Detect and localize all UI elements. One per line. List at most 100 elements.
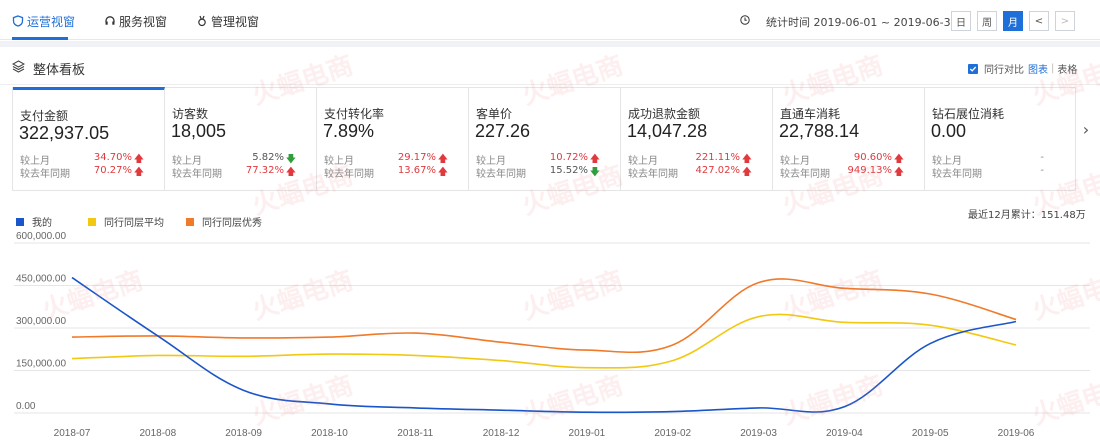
kpi-next-button[interactable]: › xyxy=(1078,120,1094,150)
kpi-yoy-row: 较去年同期 77.32% 🡅 xyxy=(172,165,312,180)
next-period-button[interactable]: > xyxy=(1055,11,1075,31)
kpi-yoy-row: 较去年同期 - xyxy=(932,165,1072,180)
arrow-up-icon: 🡅 xyxy=(437,167,448,178)
y-tick-label: 0.00 xyxy=(16,401,36,412)
x-tick-label: 2018-12 xyxy=(483,428,520,439)
yoy-value: 77.32% xyxy=(245,165,284,176)
headset-icon xyxy=(104,15,116,27)
mom-value: - xyxy=(1040,152,1044,163)
yoy-label: 较去年同期 xyxy=(932,169,982,180)
arrow-up-icon: 🡅 xyxy=(133,167,144,178)
kpi-card[interactable]: 成功退款金额 14,047.28 较上月 221.11% 🡅 较去年同期 427… xyxy=(621,88,773,190)
chart-view-link[interactable]: 图表 xyxy=(1028,61,1048,76)
stat-period-text: 统计时间 2019-06-01 ~ 2019-06-30 xyxy=(766,16,958,29)
kpi-mom-row: 较上月 5.82% 🡇 xyxy=(172,152,312,167)
kpi-cards: 支付金额 322,937.05 较上月 34.70% 🡅 较去年同期 70.27… xyxy=(12,87,1076,191)
chevron-right-icon: › xyxy=(1082,120,1090,139)
y-tick-label: 300,000.00 xyxy=(16,316,66,327)
kpi-label: 钻石展位消耗 xyxy=(932,107,1005,121)
arrow-up-icon: 🡅 xyxy=(741,167,752,178)
kpi-label: 客单价 xyxy=(476,107,513,121)
yoy-label: 较去年同期 xyxy=(476,169,526,180)
mom-value: 29.17% xyxy=(397,152,436,163)
kpi-card[interactable]: 支付转化率 7.89% 较上月 29.17% 🡅 较去年同期 13.67% 🡅 xyxy=(317,88,469,190)
kpi-mom-row: 较上月 221.11% 🡅 xyxy=(628,152,768,167)
mom-value: 10.72% xyxy=(549,152,588,163)
kpi-yoy-row: 较去年同期 13.67% 🡅 xyxy=(324,165,464,180)
period-month-button[interactable]: 月 xyxy=(1003,11,1023,31)
yoy-label: 较去年同期 xyxy=(172,169,222,180)
kpi-label: 支付金额 xyxy=(20,109,69,123)
series-line xyxy=(71,278,1017,354)
kpi-label: 访客数 xyxy=(172,107,209,121)
peer-compare-label: 同行对比 xyxy=(984,65,1024,76)
x-tick-label: 2018-10 xyxy=(311,428,348,439)
period-day-button[interactable]: 日 xyxy=(951,11,971,31)
x-tick-label: 2019-06 xyxy=(998,428,1035,439)
yoy-label: 较去年同期 xyxy=(20,169,70,180)
kpi-card[interactable]: 钻石展位消耗 0.00 较上月 - 较去年同期 - xyxy=(925,88,1077,190)
yoy-value: 15.52% xyxy=(549,165,588,176)
chevron-right-icon: > xyxy=(1060,15,1070,27)
yoy-value: 13.67% xyxy=(397,165,436,176)
tab-operation-view[interactable]: 运营视窗 xyxy=(12,12,75,30)
kpi-value: 322,937.05 xyxy=(19,123,110,143)
tab-label: 运营视窗 xyxy=(27,14,76,29)
clock-icon xyxy=(740,15,750,25)
series-line xyxy=(71,276,1017,414)
kpi-mom-row: 较上月 - xyxy=(932,152,1072,167)
total-12-months: 最近12月累计：151.48万 xyxy=(968,210,1086,221)
yoy-label: 较去年同期 xyxy=(780,169,830,180)
y-tick-label: 600,000.00 xyxy=(16,231,66,242)
x-tick-label: 2019-01 xyxy=(569,428,606,439)
yoy-label: 较去年同期 xyxy=(324,169,374,180)
table-view-link[interactable]: 表格 xyxy=(1057,61,1077,76)
mom-value: 34.70% xyxy=(93,152,132,163)
shield-icon xyxy=(12,15,24,27)
x-tick-label: 2018-09 xyxy=(225,428,262,439)
peer-compare-checkbox[interactable] xyxy=(968,63,978,74)
arrow-up-icon: 🡅 xyxy=(893,167,904,178)
kpi-value: 14,047.28 xyxy=(627,121,708,141)
kpi-value: 227.26 xyxy=(475,121,531,141)
kpi-card[interactable]: 访客数 18,005 较上月 5.82% 🡇 较去年同期 77.32% 🡅 xyxy=(165,88,317,190)
x-tick-label: 2019-03 xyxy=(740,428,777,439)
prev-period-button[interactable]: < xyxy=(1029,11,1049,31)
kpi-value: 22,788.14 xyxy=(779,121,860,141)
kpi-card[interactable]: 支付金额 322,937.05 较上月 34.70% 🡅 较去年同期 70.27… xyxy=(13,87,165,191)
kpi-mom-row: 较上月 90.60% 🡅 xyxy=(780,152,920,167)
chevron-left-icon: < xyxy=(1034,15,1044,27)
tab-management-view[interactable]: 管理视窗 xyxy=(196,12,259,30)
kpi-label: 直通车消耗 xyxy=(780,107,841,121)
x-tick-label: 2019-05 xyxy=(912,428,949,439)
kpi-label: 支付转化率 xyxy=(324,107,385,121)
kpi-yoy-row: 较去年同期 949.13% 🡅 xyxy=(780,165,920,180)
yoy-value: - xyxy=(1040,165,1044,176)
x-tick-label: 2019-02 xyxy=(654,428,691,439)
tab-label: 服务视窗 xyxy=(119,14,168,29)
top-tabs-bar: 运营视窗 服务视窗 管理视窗 统计时间 2019-06-01 ~ 2019-06… xyxy=(0,0,1100,40)
arrow-down-icon: 🡇 xyxy=(589,167,600,178)
kpi-mom-row: 较上月 10.72% 🡅 xyxy=(476,152,616,167)
x-tick-label: 2019-04 xyxy=(826,428,863,439)
view-separator: | xyxy=(1051,63,1055,74)
x-tick-label: 2018-11 xyxy=(397,428,433,439)
active-tab-indicator xyxy=(12,37,68,40)
kpi-value: 7.89% xyxy=(323,121,375,141)
tab-label: 管理视窗 xyxy=(211,14,260,29)
kpi-card[interactable]: 客单价 227.26 较上月 10.72% 🡅 较去年同期 15.52% 🡇 xyxy=(469,88,621,190)
kpi-yoy-row: 较去年同期 70.27% 🡅 xyxy=(20,165,160,180)
kpi-mom-row: 较上月 34.70% 🡅 xyxy=(20,152,160,167)
kpi-card[interactable]: 直通车消耗 22,788.14 较上月 90.60% 🡅 较去年同期 949.1… xyxy=(773,88,925,190)
board-header: 整体看板 同行对比 图表 | 表格 xyxy=(0,47,1100,85)
mom-value: 90.60% xyxy=(853,152,892,163)
yoy-label: 较去年同期 xyxy=(628,169,678,180)
tab-service-view[interactable]: 服务视窗 xyxy=(104,12,167,30)
trend-line-chart: 0.00 150,000.00 300,000.00 450,000.00 600,00… xyxy=(14,231,1090,439)
arrow-up-icon: 🡅 xyxy=(285,167,296,178)
kpi-value: 0.00 xyxy=(931,121,967,141)
y-tick-label: 150,000.00 xyxy=(16,359,66,370)
period-week-button[interactable]: 周 xyxy=(977,11,997,31)
kpi-yoy-row: 较去年同期 15.52% 🡇 xyxy=(476,165,616,180)
kpi-label: 成功退款金额 xyxy=(628,107,701,121)
